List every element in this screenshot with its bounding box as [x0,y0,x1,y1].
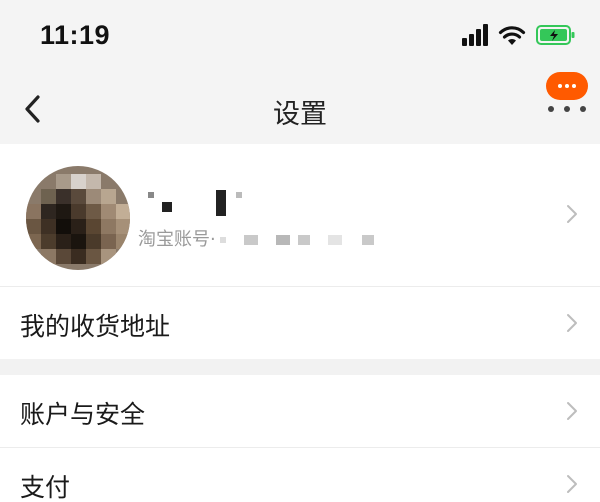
wifi-icon [498,26,526,45]
account-id-redacted [220,235,380,249]
page-title: 设置 [273,99,327,130]
profile-card[interactable]: 淘宝账号· [0,144,600,286]
settings-row-label: 支付 [20,473,71,502]
settings-row-label: 账户与安全 [20,400,146,429]
settings-row-payment[interactable]: 支付 [0,448,600,502]
status-bar: 11:19 [0,0,600,72]
more-dots-icon [546,72,588,100]
settings-row-label: 我的收货地址 [20,312,171,341]
status-time: 11:19 [40,20,111,50]
settings-row-address[interactable]: 我的收货地址 [0,287,600,359]
nav-bar: 设置 [0,72,600,144]
username-redacted [148,188,268,216]
avatar [26,166,130,270]
signal-icon [462,24,488,46]
chevron-right-icon [567,205,577,223]
more-dots-indicator [546,106,588,112]
battery-charging-icon [536,25,575,45]
chevron-right-icon [567,475,577,493]
chevron-right-icon [567,314,577,332]
more-button[interactable] [544,72,590,116]
chevron-right-icon [567,402,577,420]
account-label: 淘宝账号· [138,229,216,250]
settings-row-security[interactable]: 账户与安全 [0,375,600,447]
